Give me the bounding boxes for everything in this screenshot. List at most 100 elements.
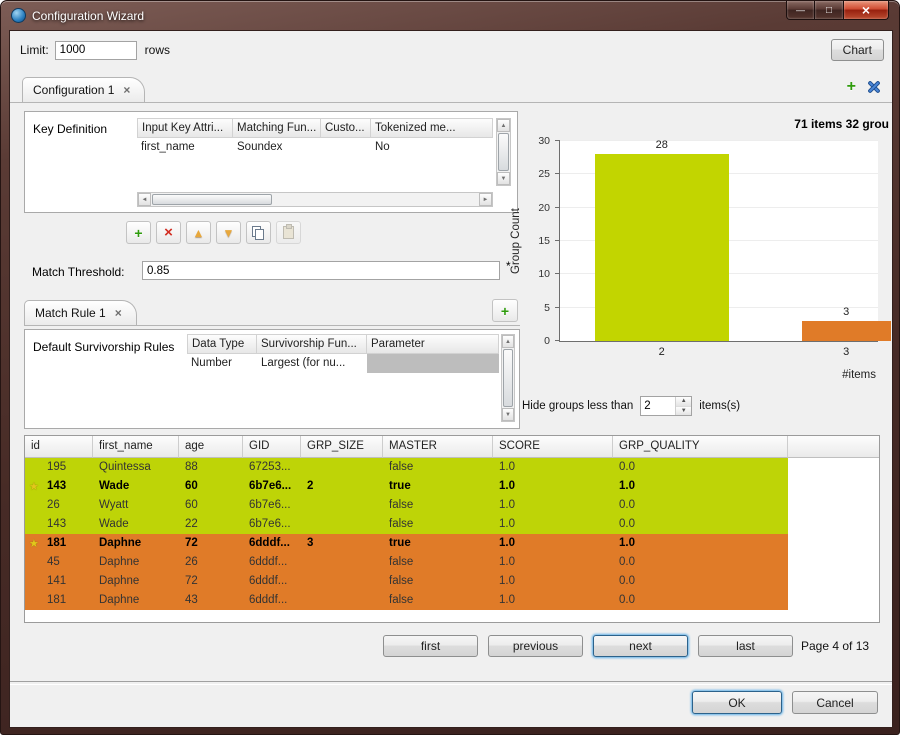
column-header[interactable]: Survivorship Fun... [257, 334, 367, 354]
table-cell: 1.0 [493, 515, 613, 534]
first-page-button[interactable]: first [383, 635, 478, 657]
table-row[interactable]: 195Quintessa8867253...false1.00.0 [25, 458, 879, 477]
column-header[interactable]: Parameter [367, 334, 499, 354]
table-cell-filler [788, 458, 879, 477]
scrollbar-track[interactable] [151, 193, 479, 206]
table-cell: Number [187, 354, 257, 373]
table-cell-filler [788, 572, 879, 591]
scrollbar-thumb[interactable] [503, 349, 513, 407]
table-row[interactable]: 181Daphne436dddf...false1.00.0 [25, 591, 879, 610]
spinner-buttons: ▲ ▼ [675, 397, 691, 415]
table-row[interactable]: ★181Daphne726dddf...3true1.01.0 [25, 534, 879, 553]
table-cell: 26 [25, 496, 93, 515]
column-header[interactable]: Tokenized me... [371, 118, 493, 138]
bar-slot: 282 [595, 141, 729, 341]
column-header[interactable]: Input Key Attri... [137, 118, 233, 138]
table-row[interactable]: NumberLargest (for nu... [187, 354, 499, 373]
add-configuration-icon[interactable]: + [847, 79, 856, 95]
tab-close-icon[interactable]: × [123, 84, 130, 96]
scroll-left-icon[interactable]: ◄ [138, 193, 151, 206]
scroll-down-icon[interactable]: ▼ [502, 408, 514, 421]
scrollbar-thumb[interactable] [152, 194, 272, 205]
next-page-button[interactable]: next [593, 635, 688, 657]
tab-configuration-1[interactable]: Configuration 1 × [22, 77, 145, 102]
hide-groups-row: Hide groups less than ▲ ▼ items(s) [522, 395, 740, 417]
results-column-header[interactable]: first_name [93, 436, 179, 458]
table-cell-filler [788, 496, 879, 515]
chart-button[interactable]: Chart [831, 39, 884, 61]
key-definition-toolbar: + × ▲ ▼ [126, 221, 301, 244]
table-cell: false [383, 458, 493, 477]
key-definition-label: Key Definition [33, 122, 107, 136]
import-match-rule-icon[interactable] [866, 79, 882, 95]
key-definition-hscrollbar[interactable]: ◄ ► [137, 192, 493, 207]
minimize-button[interactable]: — [786, 1, 815, 20]
table-cell-filler [788, 591, 879, 610]
table-row[interactable]: first_nameSoundexNo [137, 138, 493, 157]
spinner-down-icon[interactable]: ▼ [676, 407, 691, 416]
table-cell: Wade [93, 515, 179, 534]
titlebar[interactable]: Configuration Wizard — □ × [9, 1, 891, 30]
table-cell: 72 [179, 534, 243, 553]
table-cell: Largest (for nu... [257, 354, 367, 373]
tab-match-rule-1[interactable]: Match Rule 1 × [24, 300, 137, 325]
table-row[interactable]: 143Wade226b7e6...false1.00.0 [25, 515, 879, 534]
table-cell: true [383, 534, 493, 553]
copy-button[interactable] [246, 221, 271, 244]
arrow-down-icon: ▼ [223, 227, 235, 239]
table-cell: Soundex [233, 138, 321, 157]
scroll-up-icon[interactable]: ▲ [497, 119, 510, 132]
table-cell: 67253... [243, 458, 301, 477]
delete-key-button[interactable]: × [156, 221, 181, 244]
last-page-button[interactable]: last [698, 635, 793, 657]
table-cell: 1.0 [493, 553, 613, 572]
results-column-header[interactable]: GRP_QUALITY [613, 436, 788, 458]
chart-bars: 28233 [560, 141, 878, 341]
column-header[interactable]: Custo... [321, 118, 371, 138]
table-cell: true [383, 477, 493, 496]
limit-input[interactable] [55, 41, 137, 60]
results-column-header[interactable]: SCORE [493, 436, 613, 458]
tab-close-icon[interactable]: × [115, 307, 122, 319]
match-threshold-label: Match Threshold: [32, 265, 125, 279]
survivorship-vscrollbar[interactable]: ▲ ▼ [501, 334, 515, 422]
results-column-header[interactable]: age [179, 436, 243, 458]
chart-bar: 28 [595, 154, 729, 341]
table-row[interactable]: 45Daphne266dddf...false1.00.0 [25, 553, 879, 572]
table-cell [301, 458, 383, 477]
table-cell: Daphne [93, 591, 179, 610]
scroll-right-icon[interactable]: ► [479, 193, 492, 206]
results-column-header[interactable]: MASTER [383, 436, 493, 458]
results-column-header[interactable]: GID [243, 436, 301, 458]
table-row[interactable]: 26Wyatt606b7e6...false1.00.0 [25, 496, 879, 515]
hide-groups-input[interactable] [641, 397, 675, 415]
table-row[interactable]: ★143Wade606b7e6...2true1.01.0 [25, 477, 879, 496]
column-header[interactable]: Matching Fun... [233, 118, 321, 138]
results-column-header[interactable]: GRP_SIZE [301, 436, 383, 458]
maximize-button[interactable]: □ [815, 1, 843, 20]
previous-page-button[interactable]: previous [488, 635, 583, 657]
match-threshold-input[interactable] [142, 261, 500, 280]
table-cell: Quintessa [93, 458, 179, 477]
spinner-up-icon[interactable]: ▲ [676, 397, 691, 407]
table-cell: 1.0 [493, 458, 613, 477]
ok-button[interactable]: OK [692, 691, 782, 714]
copy-icon [252, 226, 265, 240]
results-column-header[interactable]: id [25, 436, 93, 458]
table-cell [301, 572, 383, 591]
table-row[interactable]: 141Daphne726dddf...false1.00.0 [25, 572, 879, 591]
add-key-button[interactable]: + [126, 221, 151, 244]
move-up-button[interactable]: ▲ [186, 221, 211, 244]
close-button[interactable]: × [843, 1, 889, 20]
results-table-header: idfirst_nameageGIDGRP_SIZEMASTERSCOREGRP… [25, 436, 879, 458]
column-header[interactable]: Data Type [187, 334, 257, 354]
move-down-button[interactable]: ▼ [216, 221, 241, 244]
y-tick-label: 20 [538, 202, 550, 214]
footer-separator [10, 681, 892, 685]
cancel-button[interactable]: Cancel [792, 691, 878, 714]
table-cell-filler [788, 534, 879, 553]
scrollbar-track[interactable] [502, 348, 514, 408]
paste-button[interactable] [276, 221, 301, 244]
table-cell: 88 [179, 458, 243, 477]
y-tick-label: 5 [544, 302, 550, 314]
